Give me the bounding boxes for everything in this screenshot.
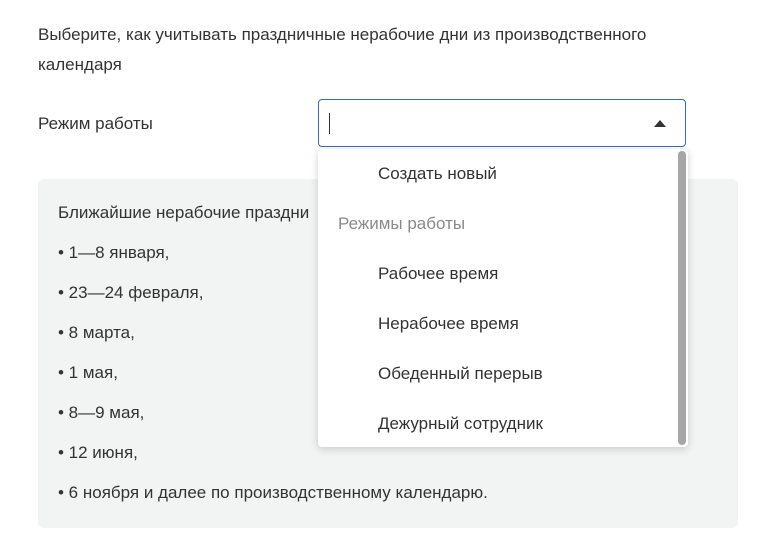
work-mode-dropdown[interactable]: Создать новый Режимы работы Рабочее врем… xyxy=(318,149,688,447)
holidays-title: Ближайшие нерабочие праздни xyxy=(58,203,310,222)
option-non-working-time[interactable]: Нерабочее время xyxy=(378,312,519,336)
holiday-item: • 6 ноября и далее по производственному … xyxy=(58,483,488,502)
holiday-item: • 12 июня, xyxy=(58,443,138,462)
work-mode-select[interactable] xyxy=(318,99,686,147)
work-modes-group-label: Режимы работы xyxy=(338,214,466,233)
work-mode-label: Режим работы xyxy=(38,114,153,133)
option-working-time[interactable]: Рабочее время xyxy=(378,262,498,286)
option-lunch-break[interactable]: Обеденный перерыв xyxy=(378,362,543,386)
triangle-up-icon[interactable] xyxy=(654,120,666,127)
create-new-option[interactable]: Создать новый xyxy=(378,162,497,186)
text-caret xyxy=(329,113,330,134)
dropdown-scrollbar[interactable] xyxy=(678,151,686,445)
option-duty-employee[interactable]: Дежурный сотрудник xyxy=(378,412,543,436)
intro-text: Выберите, как учитывать праздничные нера… xyxy=(38,25,647,74)
